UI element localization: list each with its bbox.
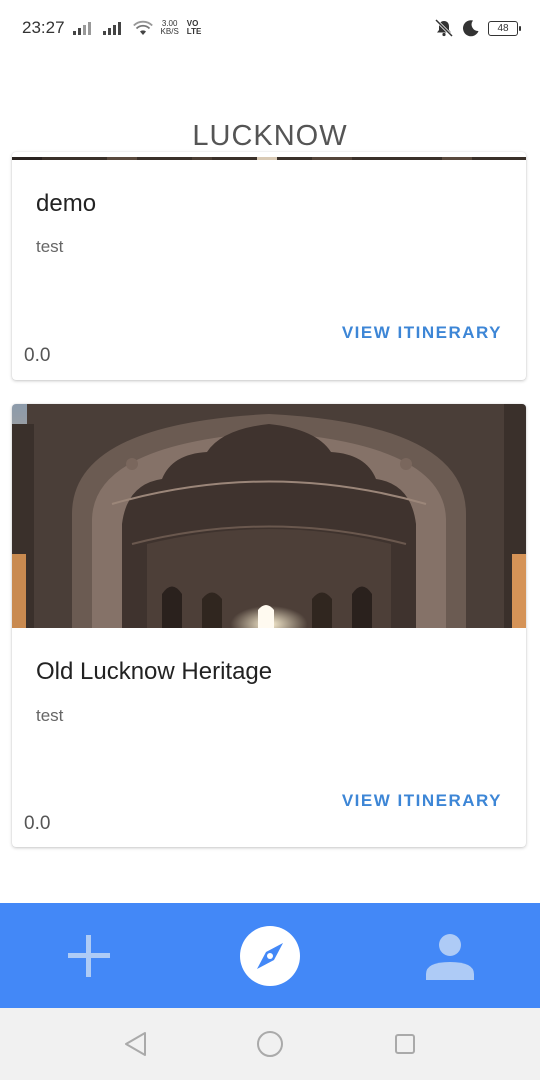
- card-title: demo: [36, 190, 97, 217]
- card-image: [12, 404, 526, 628]
- card-title: Old Lucknow Heritage: [36, 658, 273, 685]
- square-icon: [395, 1034, 415, 1054]
- card-description: test: [36, 237, 64, 256]
- card-image: [12, 152, 526, 160]
- moon-icon: [462, 20, 479, 37]
- view-itinerary-button[interactable]: VIEW ITINERARY: [342, 323, 502, 343]
- recent-apps-button[interactable]: [389, 1028, 421, 1060]
- card-description: test: [36, 706, 64, 725]
- mute-bell-icon: [434, 19, 454, 37]
- explore-button[interactable]: [239, 925, 301, 987]
- status-right: 48: [434, 19, 521, 37]
- itinerary-card[interactable]: demo test VIEW ITINERARY 0.0: [12, 152, 526, 380]
- card-rating: 0.0: [24, 345, 51, 366]
- back-button[interactable]: [119, 1028, 151, 1060]
- system-nav-bar: [0, 1008, 540, 1080]
- net-speed-unit: KB/S: [160, 27, 179, 36]
- signal-icon: [72, 22, 91, 35]
- compass-icon: [240, 926, 300, 986]
- add-button[interactable]: [58, 925, 120, 987]
- net-speed: 3.00 KB/S: [161, 20, 179, 36]
- home-circle-icon: [257, 1031, 283, 1057]
- signal-icon-2: [102, 22, 121, 35]
- status-bar: 23:27 3.00 KB/S VO LTE 48: [0, 0, 540, 56]
- page-title: LUCKNOW: [192, 120, 348, 152]
- itinerary-card[interactable]: Old Lucknow Heritage test VIEW ITINERARY…: [12, 404, 526, 847]
- profile-button[interactable]: [419, 925, 481, 987]
- volte-bottom: LTE: [186, 27, 202, 36]
- wifi-icon: [132, 20, 153, 35]
- card-rating: 0.0: [24, 813, 51, 834]
- volte-badge: VO LTE: [187, 20, 202, 36]
- screen: 23:27 3.00 KB/S VO LTE 48 LUCKNOW demo t…: [0, 0, 540, 1080]
- bottom-nav: [0, 903, 540, 1008]
- back-triangle-icon: [125, 1032, 146, 1056]
- home-button[interactable]: [254, 1028, 286, 1060]
- plus-icon: [68, 935, 110, 977]
- person-icon: [426, 934, 474, 980]
- status-left: 23:27 3.00 KB/S VO LTE: [22, 18, 201, 38]
- clock: 23:27: [22, 18, 65, 37]
- battery-indicator: 48: [488, 20, 521, 36]
- view-itinerary-button[interactable]: VIEW ITINERARY: [342, 791, 502, 811]
